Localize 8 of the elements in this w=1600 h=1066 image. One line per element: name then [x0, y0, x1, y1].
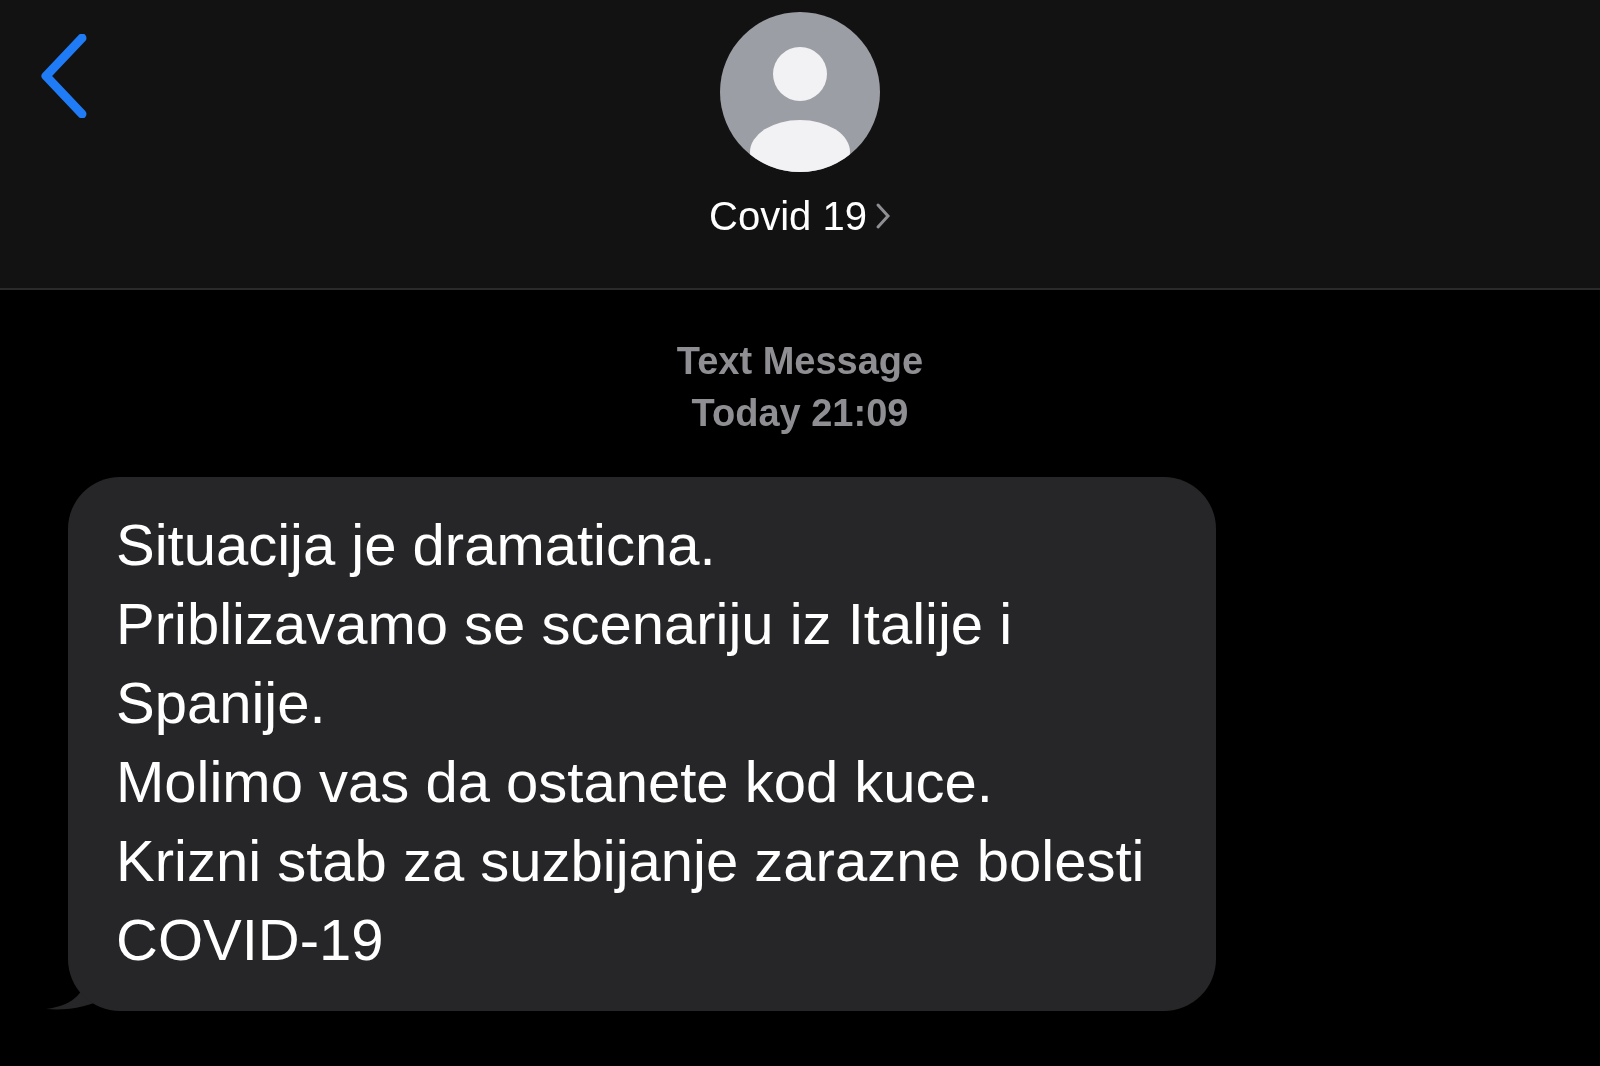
- message-text: Situacija je dramaticna. Priblizavamo se scenariju iz Italije i Spanije. Molimo vas da ostanete kod kuce. Krizni stab za suzbijanje zarazne bolesti COVID-19: [116, 511, 1146, 974]
- back-chevron-icon: [38, 34, 88, 118]
- back-button[interactable]: [38, 34, 88, 118]
- contact-avatar-icon: [720, 12, 880, 172]
- chevron-right-icon: [874, 202, 891, 230]
- timestamp: Today 21:09: [691, 391, 909, 436]
- contact-name-button[interactable]: Covid 19: [709, 194, 891, 238]
- service-label: Text Message: [676, 339, 924, 384]
